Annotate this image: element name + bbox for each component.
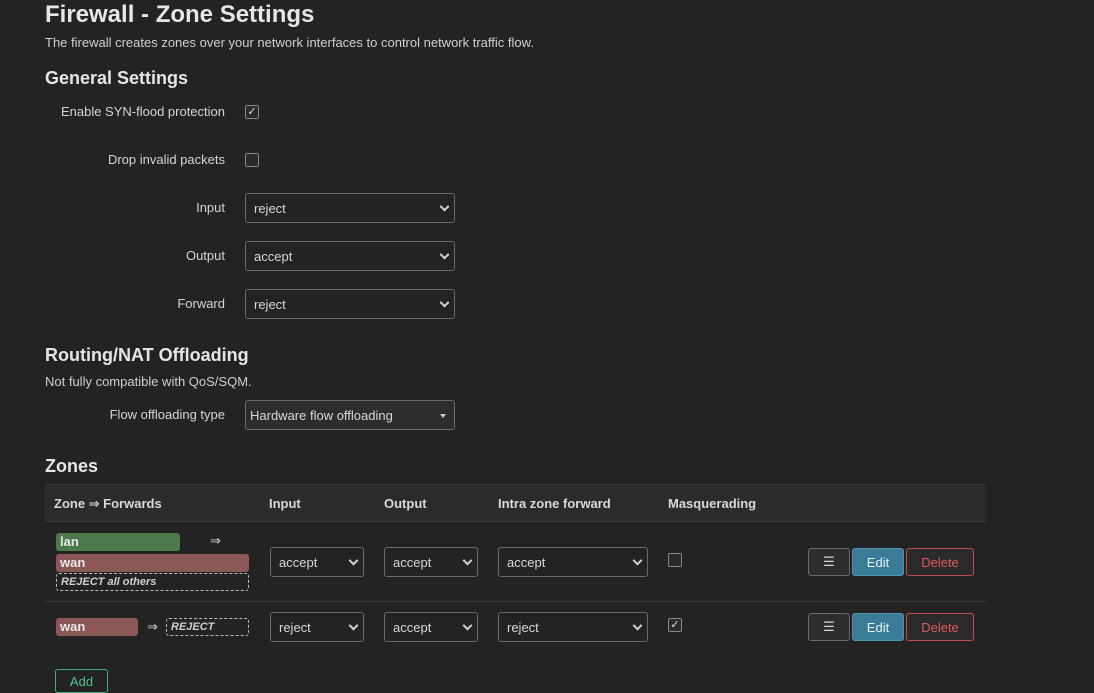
zone-delete-button[interactable]: Delete xyxy=(906,548,974,576)
masquerading-checkbox[interactable]: ✓ xyxy=(668,618,682,632)
forward-badge-wan: wan xyxy=(56,554,249,572)
forward-policy-label: Forward xyxy=(177,296,225,311)
chevron-down-icon xyxy=(632,555,643,566)
zone-output-select[interactable]: accept xyxy=(384,612,478,642)
zone-intra-forward-value: reject xyxy=(507,619,539,635)
forward-policy-box: REJECT xyxy=(166,618,249,636)
flow-offloading-label: Flow offloading type xyxy=(109,407,225,422)
drop-invalid-label: Drop invalid packets xyxy=(107,152,225,167)
forward-policy-box: REJECT all others xyxy=(56,573,249,591)
chevron-down-icon xyxy=(348,620,359,631)
page-description: The firewall creates zones over your net… xyxy=(45,35,534,50)
zone-edit-button[interactable]: Edit xyxy=(852,548,904,576)
zone-menu-button[interactable]: ☰ xyxy=(808,613,850,641)
chevron-down-icon xyxy=(632,620,643,631)
zone-intra-forward-select[interactable]: reject xyxy=(498,612,648,642)
zones-table-header: Zone ⇒ Forwards Input Output Intra zone … xyxy=(45,484,986,522)
flow-offloading-select[interactable]: Hardware flow offloading xyxy=(245,400,455,430)
input-policy-select[interactable]: reject xyxy=(245,193,455,223)
forward-policy-value: reject xyxy=(254,296,286,312)
checkmark-icon: ✓ xyxy=(247,105,257,118)
zone-intra-forward-select[interactable]: accept xyxy=(498,547,648,577)
zone-input-value: reject xyxy=(279,619,311,635)
zone-badge-lan: lan xyxy=(56,533,180,551)
chevron-down-icon xyxy=(462,555,473,566)
input-policy-label: Input xyxy=(196,200,225,215)
zone-input-select[interactable]: reject xyxy=(270,612,364,642)
hamburger-menu-icon: ☰ xyxy=(823,554,835,569)
add-zone-button[interactable]: Add xyxy=(55,669,108,693)
input-policy-value: reject xyxy=(254,200,286,216)
zone-menu-button[interactable]: ☰ xyxy=(808,548,850,576)
zone-output-value: accept xyxy=(393,619,432,635)
flow-offloading-value: Hardware flow offloading xyxy=(250,407,393,423)
output-policy-select[interactable]: accept xyxy=(245,241,455,271)
syn-flood-checkbox[interactable]: ✓ xyxy=(245,105,259,119)
offloading-description: Not fully compatible with QoS/SQM. xyxy=(45,374,252,389)
zone-delete-button[interactable]: Delete xyxy=(906,613,974,641)
checkmark-icon: ✓ xyxy=(670,618,680,631)
forward-arrow: ⇒ xyxy=(210,533,221,548)
zone-output-value: accept xyxy=(393,554,432,570)
output-policy-label: Output xyxy=(185,248,225,263)
zones-title: Zones xyxy=(45,456,99,476)
zone-badge-wan: wan xyxy=(56,618,138,636)
header-masquerading: Masquerading xyxy=(668,496,757,511)
forward-policy-select[interactable]: reject xyxy=(245,289,455,319)
hamburger-menu-icon: ☰ xyxy=(823,619,835,634)
header-zone-forwards: Zone ⇒ Forwards xyxy=(54,496,162,511)
masquerading-checkbox[interactable] xyxy=(668,553,682,567)
general-settings-title: General Settings xyxy=(45,68,189,88)
chevron-down-icon xyxy=(348,555,359,566)
page-title: Firewall - Zone Settings xyxy=(45,1,315,28)
zone-edit-button[interactable]: Edit xyxy=(852,613,904,641)
header-output: Output xyxy=(384,496,427,511)
header-intra-zone-forward: Intra zone forward xyxy=(498,496,611,511)
row-divider xyxy=(45,601,986,602)
offloading-title: Routing/NAT Offloading xyxy=(45,345,249,365)
header-input: Input xyxy=(269,496,301,511)
chevron-down-icon xyxy=(439,297,450,308)
chevron-down-icon xyxy=(462,620,473,631)
zone-output-select[interactable]: accept xyxy=(384,547,478,577)
chevron-down-icon xyxy=(439,249,450,260)
chevron-down-icon xyxy=(439,201,450,212)
output-policy-value: accept xyxy=(254,248,293,264)
caret-down-icon xyxy=(440,414,446,418)
drop-invalid-checkbox[interactable] xyxy=(245,153,259,167)
zone-input-select[interactable]: accept xyxy=(270,547,364,577)
zone-input-value: accept xyxy=(279,554,318,570)
syn-flood-label: Enable SYN-flood protection xyxy=(60,104,225,119)
zone-intra-forward-value: accept xyxy=(507,554,546,570)
forward-arrow: ⇒ xyxy=(147,619,158,634)
